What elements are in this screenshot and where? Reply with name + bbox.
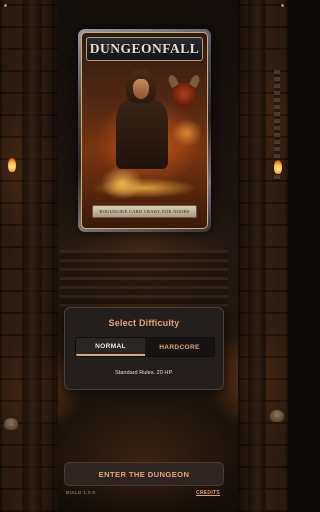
difficulty-panel: Select Difficulty NORMAL HARDCORE Standa… <box>64 307 224 390</box>
cover-illustration: DUNGEONFALL ROGUELIKE CARD CRAWL FOR NOO… <box>81 32 208 229</box>
build-version: BUILD 1.0.0 <box>66 491 96 496</box>
enter-dungeon-button[interactable]: ENTER THE DUNGEON <box>64 462 224 486</box>
skull-icon <box>4 418 18 430</box>
stone-stairs <box>60 250 228 310</box>
difficulty-selector: NORMAL HARDCORE <box>75 337 215 357</box>
status-dot-icon <box>281 4 284 7</box>
game-subtitle: ROGUELIKE CARD CRAWL FOR NOOBS <box>99 209 190 214</box>
game-title: DUNGEONFALL <box>89 41 200 56</box>
skull-icon <box>270 410 284 422</box>
gold-pile <box>92 178 197 198</box>
difficulty-description: Standard Rules. 20 HP. <box>114 370 174 376</box>
torch-icon <box>8 158 16 172</box>
demon-figure <box>166 73 202 115</box>
status-dot-icon <box>4 4 7 7</box>
difficulty-option-hardcore[interactable]: HARDCORE <box>145 338 214 356</box>
cover-title-banner: DUNGEONFALL <box>86 37 203 61</box>
difficulty-title: Select Difficulty <box>108 318 180 328</box>
difficulty-option-normal[interactable]: NORMAL <box>76 338 145 356</box>
credits-link[interactable]: CREDITS <box>196 490 220 496</box>
hooded-hero-figure <box>112 65 172 175</box>
cover-art: DUNGEONFALL ROGUELIKE CARD CRAWL FOR NOO… <box>78 29 211 232</box>
cover-subtitle-banner: ROGUELIKE CARD CRAWL FOR NOOBS <box>92 205 197 218</box>
torch-icon <box>274 160 282 174</box>
